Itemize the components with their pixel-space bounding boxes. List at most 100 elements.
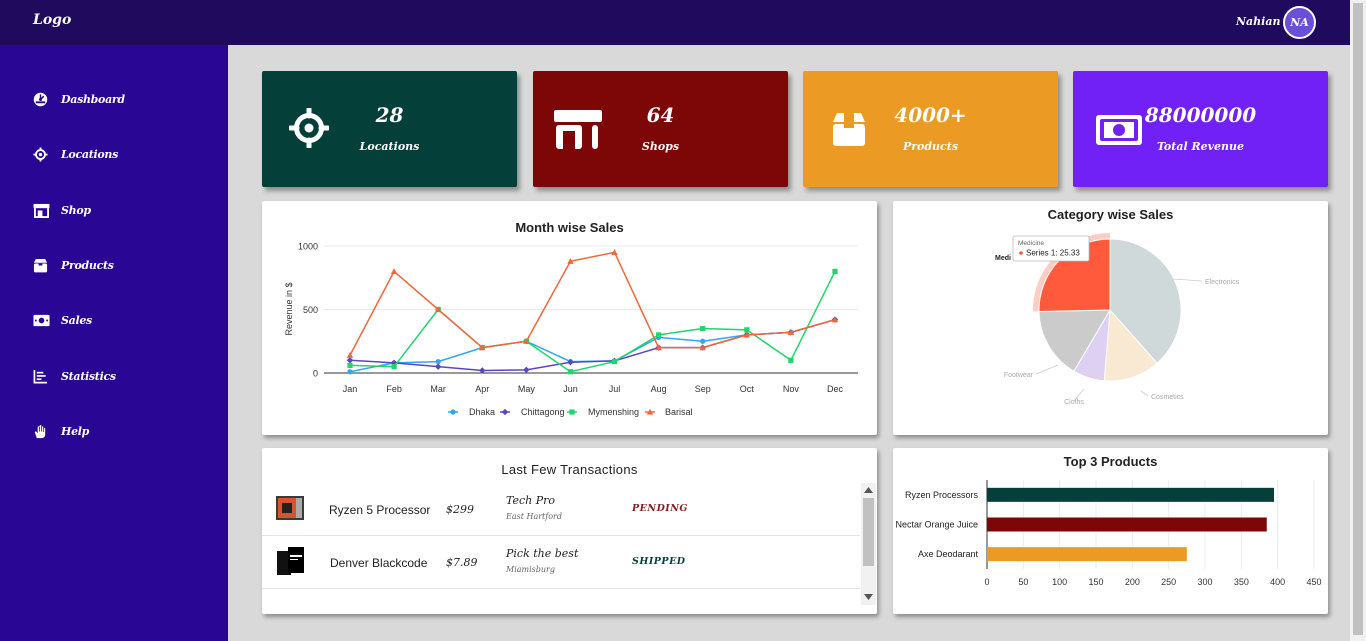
legend-label: Chittagong	[521, 407, 565, 417]
data-point	[611, 358, 618, 365]
price: $7.89	[446, 556, 478, 569]
sidebar-item-shop[interactable]: Shop	[33, 200, 91, 220]
stat-card-total-revenue[interactable]: 88000000 Total Revenue	[1073, 71, 1328, 187]
price: $299	[446, 503, 474, 516]
stat-card-locations[interactable]: 28 Locations	[262, 71, 517, 187]
pie-chart[interactable]: ElectronicsCosmeticsClothsFootwearMediMe…	[893, 201, 1328, 435]
stat-label: Total Revenue	[1156, 140, 1244, 153]
shop-icon	[33, 203, 50, 218]
avatar[interactable]: NA	[1283, 6, 1316, 39]
data-point	[656, 332, 662, 338]
y-tick-label: Ryzen Processors	[905, 490, 979, 500]
sidebar-item-label: Dashboard	[61, 92, 125, 106]
data-point	[347, 369, 353, 375]
x-tick-label: 300	[1197, 577, 1212, 587]
data-point	[523, 366, 530, 374]
stat-value: 64	[646, 103, 675, 127]
pie-label: Footwear	[1004, 372, 1034, 379]
x-tick-label: Nov	[783, 384, 800, 394]
product-thumbnail	[276, 547, 304, 577]
user-name: Nahian	[1236, 15, 1281, 28]
data-point	[700, 325, 706, 332]
scroll-down-icon[interactable]	[864, 594, 873, 600]
data-point	[346, 352, 354, 358]
x-tick-label: 150	[1088, 577, 1103, 587]
legend-label: Barisal	[665, 407, 693, 417]
stat-value: 4000+	[894, 103, 967, 127]
y-tick-label: 500	[303, 305, 318, 315]
data-point	[346, 357, 354, 364]
stat-label: Products	[902, 140, 959, 153]
data-point	[832, 268, 838, 274]
x-tick-label: 400	[1270, 577, 1285, 587]
sidebar-item-products[interactable]: Products	[33, 255, 114, 275]
pie-label-leader	[1172, 278, 1203, 282]
series-line-chittagong	[349, 318, 836, 372]
stat-value: 88000000	[1144, 103, 1257, 127]
logo[interactable]: Logo	[33, 12, 71, 28]
sidebar-item-locations[interactable]: Locations	[33, 144, 118, 164]
customer-name: Pick the best	[506, 547, 579, 560]
line-chart[interactable]: 0 500 1000 Revenue in $ Jan Feb Mar Apr May Jun Ju…	[262, 201, 877, 435]
page-scrollbar-thumb[interactable]	[1353, 3, 1363, 635]
x-tick-label: 0	[984, 577, 989, 587]
sidebar: Dashboard Locations Shop Products Sales …	[0, 45, 228, 641]
legend-label: Mymenshing	[588, 407, 639, 417]
x-tick-label: Jan	[343, 384, 358, 394]
money-icon	[33, 314, 50, 326]
x-tick-label: May	[518, 384, 536, 394]
dashboard-gauge-icon	[33, 92, 48, 106]
transactions-title: Last Few Transactions	[501, 462, 638, 477]
stat-card-products[interactable]: 4000+ Products	[803, 71, 1058, 187]
top-products-card: Top 3 Products 0 50 100 150 200 250 300 350 400 4…	[893, 448, 1328, 614]
bar-chart[interactable]: 0 50 100 150 200 250 300 350 400 450 Ryzen Process…	[893, 448, 1328, 614]
x-tick-label: Apr	[475, 384, 489, 394]
hand-icon	[34, 424, 46, 438]
sidebar-item-sales[interactable]: Sales	[33, 310, 92, 330]
x-tick-label: Dec	[827, 384, 844, 394]
y-tick-label: Nectar Orange Juice	[895, 520, 978, 530]
scrollbar-thumb[interactable]	[863, 498, 874, 566]
product-name: Ryzen 5 Processor	[329, 503, 431, 517]
stat-value: 28	[375, 103, 404, 127]
transactions-scrollbar[interactable]	[861, 483, 876, 605]
transactions-list[interactable]: Ryzen 5 Processor $299 Tech Pro East Har…	[262, 483, 860, 605]
transaction-row[interactable]: Denver Blackcode $7.89 Pick the best Mia…	[262, 536, 860, 589]
legend-label: Dhaka	[469, 407, 495, 417]
pie-label-leader	[1035, 364, 1059, 375]
tooltip-marker	[1019, 251, 1023, 255]
category-wise-sales-card: Category wise Sales Electronics Cosmetics…	[893, 201, 1328, 435]
x-tick-label: Jul	[609, 384, 621, 394]
tooltip-value: Series 1: 25.33	[1026, 249, 1080, 258]
stat-label: Locations	[359, 140, 420, 153]
scroll-up-icon[interactable]	[864, 487, 873, 493]
sidebar-item-label: Locations	[61, 147, 118, 161]
page-scrollbar[interactable]	[1350, 0, 1366, 641]
x-tick-label: 250	[1161, 577, 1176, 587]
pie-label-truncated: Medi	[995, 255, 1011, 262]
stat-card-shops[interactable]: 64 Shops	[533, 71, 788, 187]
sidebar-item-label: Help	[61, 424, 90, 438]
x-tick-label: 350	[1234, 577, 1249, 587]
sidebar-item-label: Shop	[61, 203, 91, 217]
status-badge: SHIPPED	[632, 556, 686, 567]
pie-label: Cosmetics	[1151, 394, 1184, 401]
x-tick-label: Oct	[740, 384, 755, 394]
sidebar-item-statistics[interactable]: Statistics	[33, 366, 116, 386]
data-point	[788, 357, 794, 363]
customer-name: Tech Pro	[506, 494, 556, 507]
sidebar-item-help[interactable]: Help	[33, 421, 89, 441]
customer-city: Miamisburg	[506, 565, 555, 574]
customer-city: East Hartford	[506, 512, 562, 521]
pie-label: Cloths	[1064, 399, 1084, 406]
transaction-row[interactable]: Ryzen 5 Processor $299 Tech Pro East Har…	[262, 483, 860, 536]
y-axis-label: Revenue in $	[284, 282, 294, 335]
sidebar-item-dashboard[interactable]: Dashboard	[33, 89, 125, 109]
x-tick-label: Jun	[563, 384, 578, 394]
x-tick-label: Aug	[651, 384, 667, 394]
data-point	[700, 338, 706, 344]
product-name: Denver Blackcode	[330, 556, 428, 570]
data-point	[391, 364, 397, 370]
legend-marker	[501, 408, 509, 416]
y-tick-label: 0	[313, 369, 318, 379]
